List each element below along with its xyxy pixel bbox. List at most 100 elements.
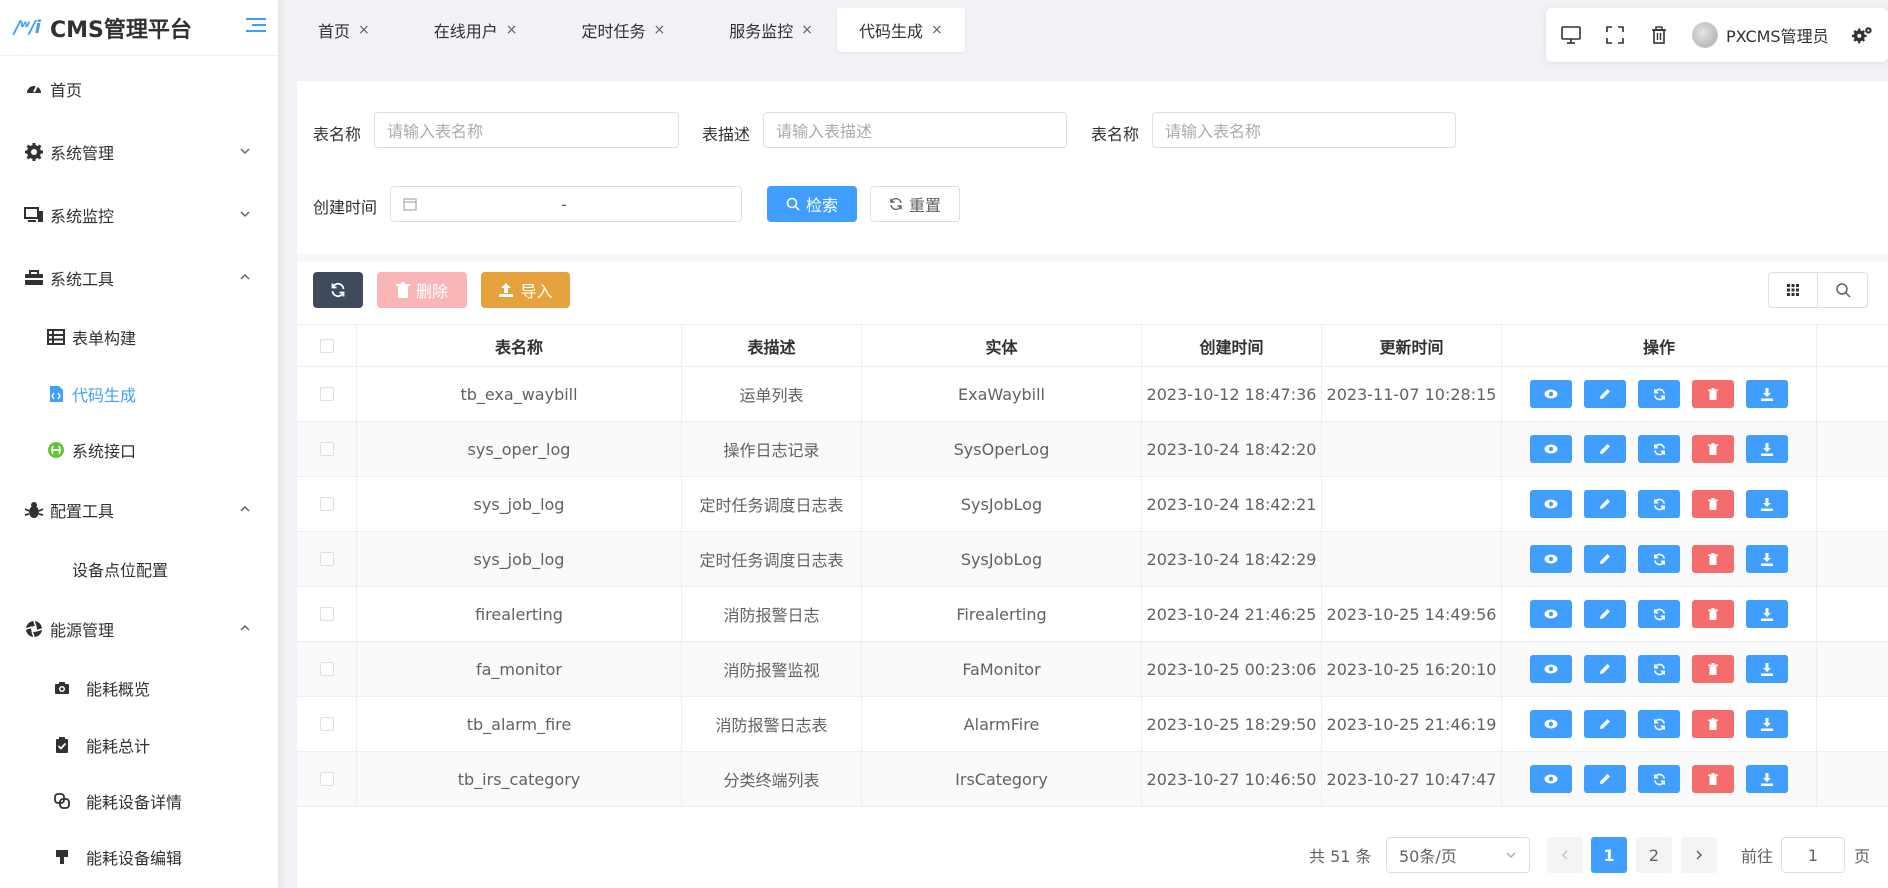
collapse-sidebar-icon[interactable] xyxy=(246,18,266,36)
sidebar-item-home[interactable]: 首页 xyxy=(0,71,278,107)
row-checkbox[interactable] xyxy=(319,772,334,786)
close-icon[interactable]: × xyxy=(654,22,666,38)
download-button[interactable] xyxy=(1746,545,1788,573)
next-page-button[interactable] xyxy=(1681,837,1717,873)
trash-button[interactable] xyxy=(1692,380,1734,408)
close-icon[interactable]: × xyxy=(801,22,813,38)
edit-pencil-button[interactable] xyxy=(1584,710,1626,738)
sidebar-item-system-tools[interactable]: 系统工具 xyxy=(0,260,278,296)
sidebar-item-config-tools[interactable]: 配置工具 xyxy=(0,492,278,528)
select-all-checkbox[interactable] xyxy=(319,338,334,353)
edit-pencil-button[interactable] xyxy=(1584,765,1626,793)
preview-eye-button[interactable] xyxy=(1530,765,1572,793)
page-1-button[interactable]: 1 xyxy=(1591,837,1627,873)
sync-button[interactable] xyxy=(1638,490,1680,518)
sync-button[interactable] xyxy=(1638,710,1680,738)
trash-button[interactable] xyxy=(1692,600,1734,628)
sync-button[interactable] xyxy=(1638,765,1680,793)
sidebar-item-form-builder[interactable]: 表单构建 xyxy=(0,319,278,355)
row-checkbox[interactable] xyxy=(319,552,334,566)
search-button[interactable]: 检索 xyxy=(767,186,857,222)
desktop-icon[interactable] xyxy=(1560,24,1582,46)
import-button[interactable]: 导入 xyxy=(481,272,570,308)
tab-service-monitor[interactable]: 服务监控 × xyxy=(689,8,835,52)
edit-pencil-button[interactable] xyxy=(1584,435,1626,463)
tab-scheduled-tasks[interactable]: 定时任务 × xyxy=(542,8,688,52)
sync-button[interactable] xyxy=(1638,655,1680,683)
trash-button[interactable] xyxy=(1692,765,1734,793)
page-size-select[interactable]: 50条/页 xyxy=(1386,837,1530,873)
download-button[interactable] xyxy=(1746,600,1788,628)
sidebar-item-device-point-config[interactable]: 设备点位配置 xyxy=(0,551,278,587)
edit-pencil-button[interactable] xyxy=(1584,490,1626,518)
download-button[interactable] xyxy=(1746,710,1788,738)
tab-home[interactable]: 首页 × xyxy=(278,8,392,52)
page-2-button[interactable]: 2 xyxy=(1636,837,1672,873)
sync-button[interactable] xyxy=(1638,435,1680,463)
close-icon[interactable]: × xyxy=(358,22,370,38)
download-button[interactable] xyxy=(1746,490,1788,518)
download-button[interactable] xyxy=(1746,435,1788,463)
trash-button[interactable] xyxy=(1692,435,1734,463)
prev-page-button[interactable] xyxy=(1547,837,1583,873)
row-checkbox[interactable] xyxy=(319,497,334,511)
download-button[interactable] xyxy=(1746,655,1788,683)
settings-gears-icon[interactable] xyxy=(1851,24,1873,46)
avatar[interactable] xyxy=(1692,22,1718,48)
preview-eye-button[interactable] xyxy=(1530,655,1572,683)
sidebar-item-system-api[interactable]: 系统接口 xyxy=(0,432,278,468)
sidebar-item-system-monitor[interactable]: 系统监控 xyxy=(0,197,278,233)
table-name-input[interactable]: 请输入表名称 xyxy=(374,112,679,148)
trash-button[interactable] xyxy=(1692,655,1734,683)
edit-pencil-button[interactable] xyxy=(1584,655,1626,683)
reset-button[interactable]: 重置 xyxy=(870,186,960,222)
trash-icon[interactable] xyxy=(1648,24,1670,46)
delete-button[interactable]: 删除 xyxy=(377,272,467,308)
sidebar-item-energy-device-detail[interactable]: 能耗设备详情 xyxy=(0,783,278,819)
refresh-button[interactable] xyxy=(313,272,363,308)
sidebar-item-code-gen[interactable]: 代码生成 xyxy=(0,376,278,412)
preview-eye-button[interactable] xyxy=(1530,435,1572,463)
sidebar-item-energy-management[interactable]: 能源管理 xyxy=(0,611,278,647)
goto-page-input[interactable]: 1 xyxy=(1781,837,1845,873)
sync-button[interactable] xyxy=(1638,545,1680,573)
sidebar-item-energy-device-edit[interactable]: 能耗设备编辑 xyxy=(0,839,278,875)
sidebar-item-energy-overview[interactable]: 能耗概览 xyxy=(0,670,278,706)
download-button[interactable] xyxy=(1746,765,1788,793)
sidebar-item-label: 设备点位配置 xyxy=(72,561,169,580)
preview-eye-button[interactable] xyxy=(1530,490,1572,518)
row-checkbox[interactable] xyxy=(319,662,334,676)
user-name[interactable]: PXCMS管理员 xyxy=(1726,23,1829,47)
edit-pencil-button[interactable] xyxy=(1584,380,1626,408)
sidebar-item-system-management[interactable]: 系统管理 xyxy=(0,134,278,170)
download-button[interactable] xyxy=(1746,380,1788,408)
close-icon[interactable]: × xyxy=(931,22,943,38)
preview-eye-button[interactable] xyxy=(1530,380,1572,408)
row-checkbox[interactable] xyxy=(319,442,334,456)
trash-button[interactable] xyxy=(1692,545,1734,573)
row-checkbox[interactable] xyxy=(319,387,334,401)
row-checkbox[interactable] xyxy=(319,607,334,621)
preview-eye-button[interactable] xyxy=(1530,545,1572,573)
table-name2-input[interactable]: 请输入表名称 xyxy=(1152,112,1456,148)
tab-code-gen[interactable]: 代码生成 × xyxy=(837,8,965,52)
row-checkbox[interactable] xyxy=(319,717,334,731)
search-toggle-icon[interactable] xyxy=(1818,273,1867,307)
fullscreen-icon[interactable] xyxy=(1604,24,1626,46)
sync-button[interactable] xyxy=(1638,600,1680,628)
preview-eye-button[interactable] xyxy=(1530,710,1572,738)
close-icon[interactable]: × xyxy=(506,22,518,38)
trash-button[interactable] xyxy=(1692,710,1734,738)
table-desc-input[interactable]: 请输入表描述 xyxy=(763,112,1067,148)
tab-online-users[interactable]: 在线用户 × xyxy=(394,8,540,52)
date-range-picker[interactable]: - xyxy=(390,186,742,222)
trash-button[interactable] xyxy=(1692,490,1734,518)
preview-eye-button[interactable] xyxy=(1530,600,1572,628)
sync-button[interactable] xyxy=(1638,380,1680,408)
column-toggle-icon[interactable] xyxy=(1769,273,1818,307)
row-select xyxy=(297,422,357,476)
edit-pencil-button[interactable] xyxy=(1584,545,1626,573)
sidebar-item-energy-total[interactable]: 能耗总计 xyxy=(0,727,278,763)
edit-pencil-icon xyxy=(1599,388,1611,400)
edit-pencil-button[interactable] xyxy=(1584,600,1626,628)
